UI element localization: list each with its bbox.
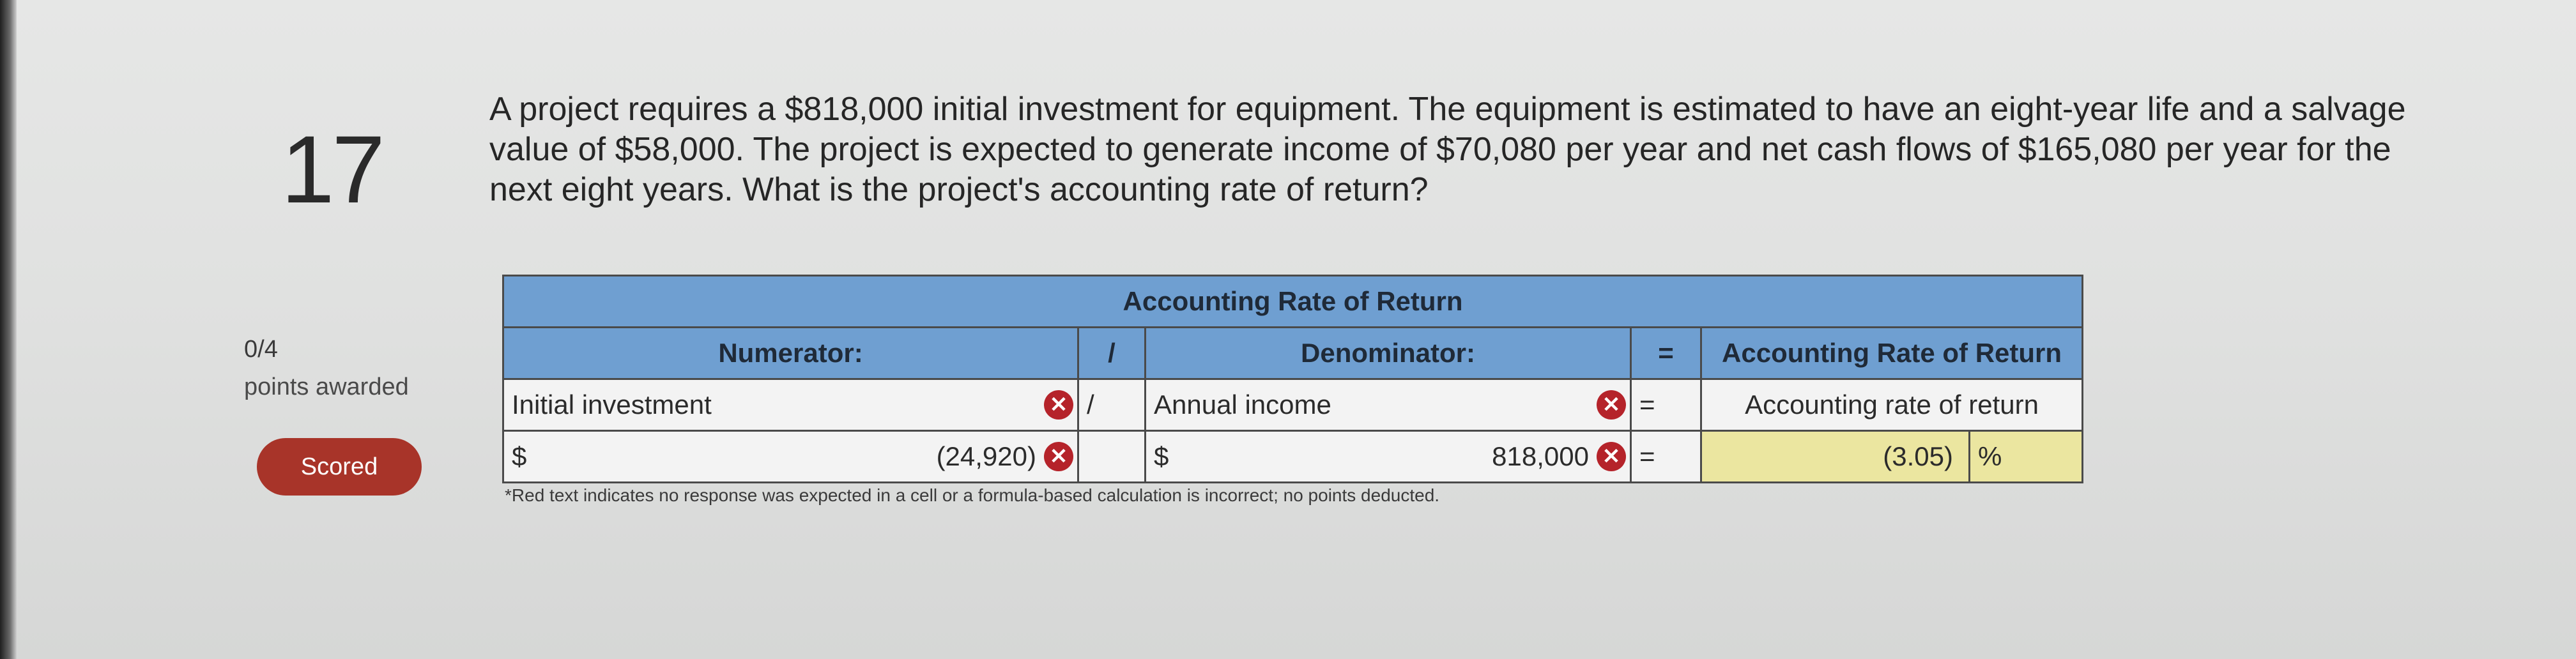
header-divide: / xyxy=(1077,326,1146,380)
numerator-label-cell[interactable]: Initial investment ✕ xyxy=(502,378,1079,432)
incorrect-icon: ✕ xyxy=(1044,442,1073,471)
header-result: Accounting Rate of Return xyxy=(1699,326,2084,380)
footnote: *Red text indicates no response was expe… xyxy=(505,485,1440,505)
question-line: A project requires a $818,000 initial in… xyxy=(489,91,2406,128)
numerator-value-cell[interactable]: $ (24,920) ✕ xyxy=(502,430,1079,483)
denominator-value-cell[interactable]: $ 818,000 ✕ xyxy=(1144,430,1632,483)
numerator-value: (24,920) xyxy=(936,441,1036,471)
header-numerator: Numerator: xyxy=(502,326,1079,380)
numerator-currency: $ xyxy=(512,441,527,471)
question-line: next eight years. What is the project's … xyxy=(489,171,1429,208)
points-score: 0/4 xyxy=(244,336,278,363)
table-title: Accounting Rate of Return xyxy=(502,275,2084,328)
incorrect-icon: ✕ xyxy=(1597,442,1626,471)
divide-empty xyxy=(1077,430,1146,483)
divide-label: / xyxy=(1077,378,1146,432)
scored-badge[interactable]: Scored xyxy=(257,438,422,496)
result-value[interactable]: (3.05) xyxy=(1700,430,1970,483)
question-line: value of $58,000. The project is expecte… xyxy=(489,131,2391,168)
page: 17 0/4 points awarded Scored A project r… xyxy=(0,0,2576,659)
incorrect-icon: ✕ xyxy=(1044,390,1073,420)
denominator-currency: $ xyxy=(1154,441,1169,471)
points-awarded-label: points awarded xyxy=(244,374,409,400)
denominator-label-cell[interactable]: Annual income ✕ xyxy=(1144,378,1632,432)
denominator-value: 818,000 xyxy=(1492,441,1589,471)
numerator-label: Initial investment xyxy=(512,390,712,420)
question-text: A project requires a $818,000 initial in… xyxy=(489,89,2534,210)
result-unit: % xyxy=(1968,430,2084,483)
denominator-label: Annual income xyxy=(1154,390,1331,420)
header-equals: = xyxy=(1630,326,1702,380)
screen-bezel xyxy=(0,0,17,659)
equals-label: = xyxy=(1630,378,1702,432)
header-denominator: Denominator: xyxy=(1144,326,1632,380)
arr-table: Accounting Rate of Return Numerator: / D… xyxy=(502,275,2084,483)
question-number: 17 xyxy=(281,116,385,223)
equals-value: = xyxy=(1630,430,1702,483)
result-label: Accounting rate of return xyxy=(1699,378,2084,432)
incorrect-icon: ✕ xyxy=(1597,390,1626,420)
